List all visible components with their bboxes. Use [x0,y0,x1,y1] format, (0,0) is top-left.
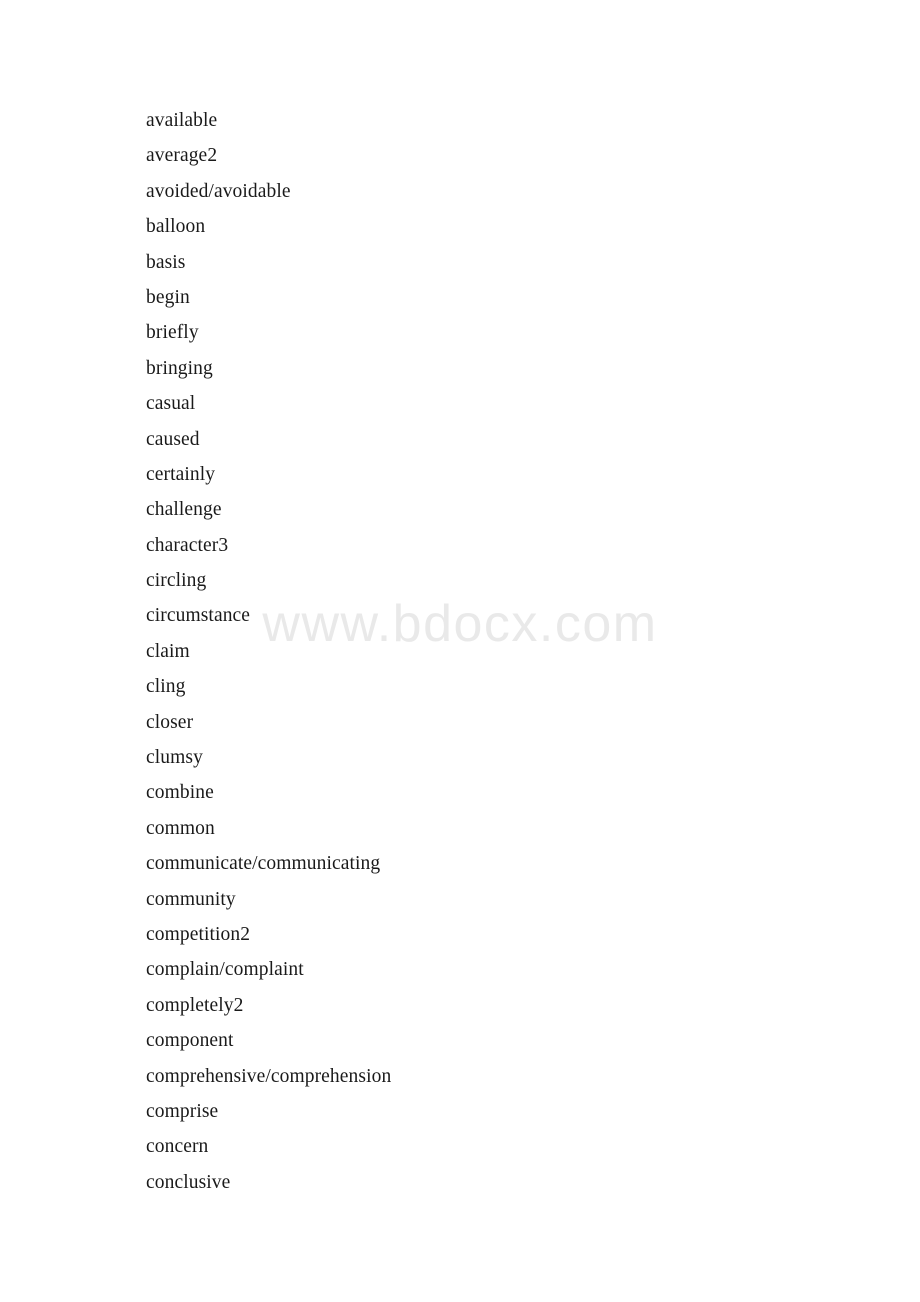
list-item: avoided/avoidable [146,180,291,202]
list-item: basis [146,251,186,273]
list-item: comprise [146,1100,219,1122]
list-item: component [146,1030,234,1052]
list-item: balloon [146,216,206,238]
list-item: caused [146,428,200,450]
list-item: claim [146,640,190,662]
list-item: bringing [146,357,213,379]
vocabulary-word-list: available average2 avoided/avoidable bal… [146,103,786,1200]
list-item: certainly [146,463,216,485]
list-item: communicate/communicating [146,853,381,875]
list-item: closer [146,711,194,733]
list-item: comprehensive/comprehension [146,1065,392,1087]
list-item: community [146,888,236,910]
list-item: competition2 [146,923,251,945]
list-item: cling [146,676,186,698]
document-page: www.bdocx.com available average2 avoided… [0,0,920,1302]
list-item: available [146,110,218,131]
list-item: circumstance [146,605,251,627]
list-item: concern [146,1136,209,1158]
list-item: average2 [146,145,218,167]
list-item: completely2 [146,994,244,1016]
list-item: briefly [146,322,199,344]
list-item: conclusive [146,1171,231,1193]
list-item: challenge [146,499,222,521]
list-item: common [146,817,215,839]
list-item: character3 [146,534,229,556]
list-item: casual [146,393,196,415]
list-item: clumsy [146,747,203,769]
list-item: begin [146,286,190,308]
list-item: combine [146,782,214,804]
list-item: circling [146,570,207,592]
list-item: complain/complaint [146,959,304,981]
